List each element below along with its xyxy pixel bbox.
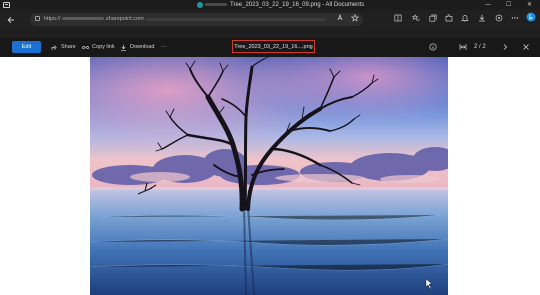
url-field[interactable]: https:// .sharepoint.com — [30, 13, 363, 26]
notifications-icon[interactable] — [460, 13, 469, 22]
url-prefix: https:// — [44, 16, 61, 22]
title-bar: Tree_2023_03_22_19_16_09.png - All Docum… — [0, 0, 540, 10]
back-arrow-icon — [7, 16, 14, 23]
more-icon[interactable] — [510, 13, 519, 22]
tree-photo — [90, 57, 448, 295]
next-button[interactable] — [501, 41, 509, 53]
downloads-icon[interactable] — [477, 13, 486, 22]
more-options-button[interactable]: ··· — [161, 41, 167, 53]
share-button[interactable]: Share — [51, 41, 76, 53]
extensions-icon[interactable] — [444, 13, 453, 22]
app-window: Tree_2023_03_22_19_16_09.png - All Docum… — [0, 0, 540, 295]
url-host-redacted — [61, 17, 104, 21]
favorites-list-icon[interactable] — [411, 13, 420, 22]
sharepoint-icon — [197, 2, 203, 8]
tree-photo-image — [90, 57, 448, 295]
more-options-label: ··· — [161, 44, 167, 50]
address-bar-area: https:// .sharepoint.com — [0, 10, 540, 29]
download-label: Download — [130, 44, 155, 50]
edit-button[interactable]: Edit — [12, 41, 41, 53]
read-aloud-icon[interactable] — [336, 13, 345, 22]
share-icon — [51, 44, 57, 50]
file-name-text: Tree_2023_03_22_19_16....png — [234, 43, 313, 50]
title-redacted — [205, 3, 227, 6]
copilot-icon[interactable] — [494, 13, 503, 22]
window-icon — [3, 2, 10, 8]
collections-icon[interactable] — [428, 13, 437, 22]
close-button[interactable]: ✕ — [527, 1, 532, 9]
lock-icon — [35, 16, 40, 21]
copy-link-label: Copy link — [92, 44, 115, 50]
download-button[interactable]: Download — [120, 41, 154, 53]
minimize-button[interactable]: — — [485, 1, 491, 9]
url-text: https:// .sharepoint.com — [44, 16, 144, 23]
expand-icon — [459, 44, 467, 50]
close-viewer-button[interactable] — [522, 41, 530, 53]
split-screen-icon[interactable] — [393, 13, 402, 22]
maximize-button[interactable]: ☐ — [506, 1, 511, 9]
info-button[interactable] — [429, 41, 437, 53]
url-suffix: .sharepoint.com — [104, 16, 144, 22]
url-path-redacted — [145, 18, 325, 21]
copy-link-button[interactable]: Copy link — [82, 41, 115, 53]
download-icon — [121, 44, 126, 51]
favorite-icon[interactable] — [350, 13, 359, 22]
info-icon — [429, 43, 437, 51]
chevron-right-icon — [503, 44, 508, 50]
image-viewer — [0, 57, 540, 295]
window-title: Tree_2023_03_22_19_16_09.png - All Docum… — [230, 2, 365, 8]
page-counter: 2 / 2 — [474, 44, 486, 50]
close-icon — [523, 44, 529, 50]
link-icon — [82, 45, 89, 49]
expand-button[interactable] — [459, 41, 467, 53]
back-button[interactable] — [5, 14, 17, 25]
viewer-toolbar: Edit Share Copy link Download ··· Tree_2… — [0, 38, 540, 57]
share-label: Share — [61, 44, 76, 50]
file-name: Tree_2023_03_22_19_16....png — [232, 40, 315, 53]
bing-icon[interactable] — [526, 12, 536, 22]
